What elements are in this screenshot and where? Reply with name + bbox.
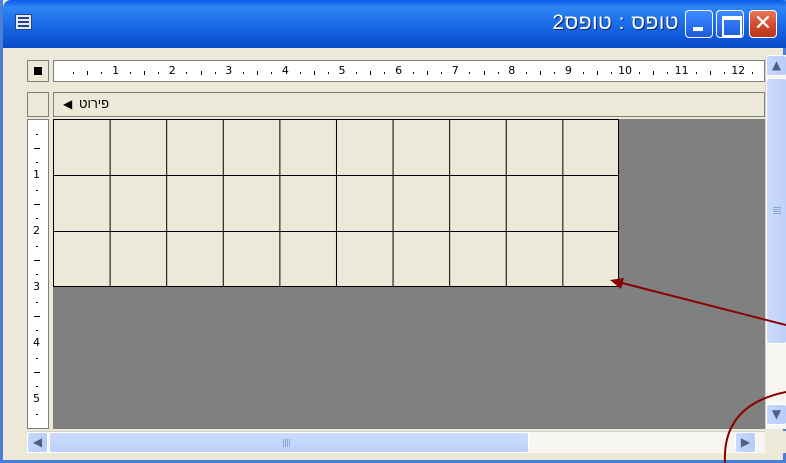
- title-bar[interactable]: טופס : טופס2 ✕: [3, 0, 786, 48]
- ruler-tick: [327, 72, 329, 74]
- ruler-tick: [257, 71, 259, 75]
- ruler-tick: [36, 218, 38, 219]
- ruler-tick: [34, 204, 40, 205]
- vertical-ruler[interactable]: 1 2 3 4 5: [27, 119, 49, 429]
- ruler-tick: [370, 71, 372, 75]
- ruler-tick: [36, 274, 38, 275]
- vertical-scrollbar[interactable]: ▲ ▼: [765, 55, 786, 429]
- ruler-tick: [426, 71, 428, 75]
- ruler-tick: [540, 71, 542, 75]
- close-button[interactable]: ✕: [749, 10, 777, 38]
- ruler-number: 1: [33, 168, 40, 181]
- ruler-number: 3: [225, 64, 233, 77]
- horizontal-scroll-thumb[interactable]: [49, 432, 529, 453]
- ruler-tick: [752, 72, 754, 74]
- ruler-tick: [596, 71, 598, 75]
- ruler-tick: [412, 72, 414, 74]
- ruler-number: 8: [508, 64, 516, 77]
- section-header-detail[interactable]: ◀ פירוט: [53, 92, 765, 117]
- detail-section-grid[interactable]: [53, 119, 619, 287]
- ruler-tick: [143, 71, 145, 75]
- ruler-tick: [582, 72, 584, 74]
- vertical-scroll-thumb[interactable]: [766, 78, 786, 344]
- ruler-number: 5: [33, 392, 40, 405]
- ruler-number: 12: [731, 64, 746, 77]
- ruler-number: 1: [112, 64, 120, 77]
- ruler-number: 2: [168, 64, 176, 77]
- ruler-number: 2: [33, 224, 40, 237]
- ruler-tick: [36, 190, 38, 191]
- close-icon: ✕: [753, 11, 773, 36]
- scroll-right-button[interactable]: ▶: [735, 432, 756, 453]
- section-selector-detail[interactable]: [27, 92, 49, 117]
- ruler-tick: [271, 72, 273, 74]
- ruler-tick: [299, 72, 301, 74]
- ruler-tick: [469, 72, 471, 74]
- ruler-tick: [36, 302, 38, 303]
- ruler-number: 9: [564, 64, 572, 77]
- ruler-tick: [441, 72, 443, 74]
- ruler-number: 6: [395, 64, 403, 77]
- ruler-tick: [87, 71, 89, 75]
- section-label: פירוט: [79, 96, 110, 111]
- ruler-tick: [242, 72, 244, 74]
- ruler-tick: [709, 71, 711, 75]
- ruler-tick: [36, 134, 38, 135]
- ruler-number: 5: [338, 64, 346, 77]
- form-selector[interactable]: [27, 60, 49, 82]
- ruler-number: 4: [33, 336, 40, 349]
- ruler-tick: [36, 162, 38, 163]
- ruler-tick: [34, 372, 40, 373]
- ruler-number: 3: [33, 280, 40, 293]
- ruler-number: 11: [674, 64, 689, 77]
- ruler-tick: [639, 72, 641, 74]
- ruler-tick: [101, 72, 103, 74]
- ruler-tick: [36, 330, 38, 331]
- ruler-tick: [497, 72, 499, 74]
- ruler-tick: [610, 72, 612, 74]
- scroll-up-button[interactable]: ▲: [766, 55, 786, 76]
- design-canvas[interactable]: [53, 119, 765, 429]
- ruler-tick: [667, 72, 669, 74]
- form-design-window: טופס : טופס2 ✕ 1 2 3 4 5 6 7 8 9 10 11 12 ◀ פירוט 1…: [0, 0, 786, 463]
- minimize-button[interactable]: [685, 10, 713, 38]
- ruler-number: 10: [618, 64, 632, 77]
- ruler-tick: [129, 72, 131, 74]
- ruler-tick: [36, 246, 38, 247]
- ruler-number: 7: [451, 64, 459, 77]
- section-arrow-icon: ◀: [63, 97, 73, 111]
- maximize-button[interactable]: [716, 10, 744, 38]
- ruler-tick: [483, 71, 485, 75]
- scroll-left-button[interactable]: ◀: [27, 432, 48, 453]
- ruler-tick: [34, 260, 40, 261]
- ruler-tick: [313, 71, 315, 75]
- ruler-tick: [695, 72, 697, 74]
- ruler-tick: [200, 71, 202, 75]
- ruler-tick: [214, 72, 216, 74]
- ruler-tick: [36, 358, 38, 359]
- ruler-number: 4: [281, 64, 289, 77]
- form-icon[interactable]: [15, 14, 32, 30]
- ruler-tick: [34, 316, 40, 317]
- ruler-tick: [525, 72, 527, 74]
- size-grip: [765, 431, 786, 453]
- window-title: טופס : טופס2: [552, 11, 679, 34]
- ruler-tick: [73, 72, 75, 74]
- ruler-tick: [653, 71, 655, 75]
- ruler-tick: [356, 72, 358, 74]
- ruler-tick: [724, 72, 726, 74]
- horizontal-scrollbar[interactable]: ◀ ▶: [27, 431, 765, 453]
- ruler-tick: [158, 72, 160, 74]
- ruler-tick: [384, 72, 386, 74]
- ruler-tick: [186, 72, 188, 74]
- ruler-tick: [34, 148, 40, 149]
- scroll-down-button[interactable]: ▼: [766, 404, 786, 425]
- ruler-tick: [554, 72, 556, 74]
- ruler-tick: [36, 386, 38, 387]
- ruler-tick: [36, 414, 38, 415]
- horizontal-ruler[interactable]: 1 2 3 4 5 6 7 8 9 10 11 12: [53, 60, 765, 82]
